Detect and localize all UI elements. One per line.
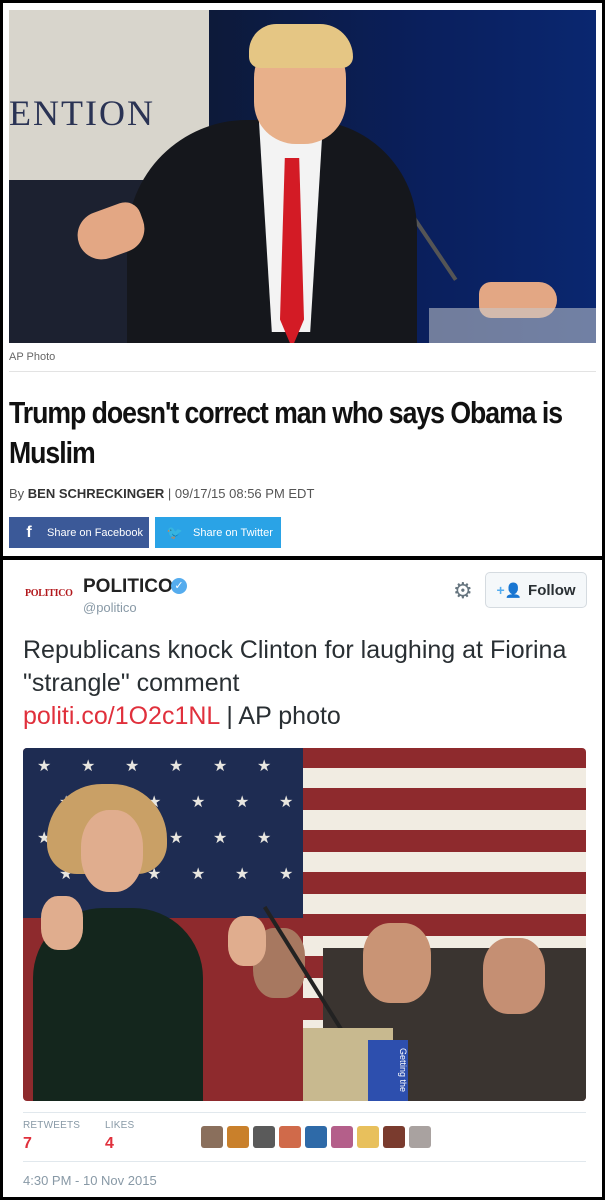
article-panel: ENTION AP Photo Trump doesn't correct ma… [3,3,602,556]
flag-star: ★ [235,794,250,811]
avatar[interactable] [227,1126,249,1148]
flag-star: ★ [257,830,272,847]
avatar[interactable] [305,1126,327,1148]
flag-star: ★ [169,758,184,775]
divider [23,1161,586,1162]
tweet-text: Republicans knock Clinton for laughing a… [23,636,567,730]
flag-stripe [303,894,586,914]
avatar[interactable] [201,1126,223,1148]
account-name[interactable]: POLITICO [83,576,173,598]
flag-stripe [303,768,586,788]
author-link[interactable]: BEN SCHRECKINGER [28,486,165,501]
flag-star: ★ [213,758,228,775]
tweet-photo[interactable]: ★★★★★★★★★★★★★★★★★★★★★★★★ Getting the [23,748,586,1101]
retweets-label: RETWEETS [23,1120,81,1131]
tweet-timestamp[interactable]: 4:30 PM - 10 Nov 2015 [23,1173,157,1188]
avatar[interactable] [253,1126,275,1148]
avatar[interactable] [357,1126,379,1148]
divider [9,371,596,372]
account-handle[interactable]: @politico [83,600,137,615]
flag-stripe [303,810,586,830]
tweet-link[interactable]: politi.co/1O2c1NL [23,702,219,730]
add-user-icon: +👤 [496,581,523,598]
share-twitter-button[interactable]: 🐦 Share on Twitter [155,517,281,548]
flag-star: ★ [37,758,52,775]
banner-text: ENTION [9,93,155,133]
avatar[interactable] [409,1126,431,1148]
retweets-count[interactable]: 7 [23,1135,32,1153]
flag-star: ★ [213,830,228,847]
flag-star: ★ [257,758,272,775]
share-facebook-button[interactable]: f Share on Facebook [9,517,149,548]
likes-count[interactable]: 4 [105,1135,114,1153]
facebook-icon: f [26,523,32,541]
article-headline[interactable]: Trump doesn't correct man who says Obama… [9,393,602,473]
verified-badge-icon: ✓ [171,578,187,594]
follow-button[interactable]: +👤 Follow [485,572,587,608]
twitter-icon: 🐦 [166,524,184,540]
flag-star: ★ [191,866,206,883]
tweet-panel: POLITICO POLITICO ✓ @politico ⚙ +👤 Follo… [3,560,602,1197]
divider [23,1112,586,1113]
politico-logo[interactable]: POLITICO [25,588,73,599]
avatar[interactable] [383,1126,405,1148]
podium-sign: Getting the [368,1040,408,1101]
flag-star: ★ [125,758,140,775]
article-hero-photo: ENTION [9,10,596,343]
liker-avatars [201,1126,431,1148]
flag-star: ★ [279,794,294,811]
flag-star: ★ [169,830,184,847]
flag-stripe [303,852,586,872]
gear-icon[interactable]: ⚙ [453,578,473,604]
byline: By BEN SCHRECKINGER | 09/17/15 08:56 PM … [9,486,315,501]
avatar[interactable] [331,1126,353,1148]
flag-star: ★ [191,794,206,811]
flag-star: ★ [279,866,294,883]
publish-date: | 09/17/15 08:56 PM EDT [164,486,315,501]
likes-label: LIKES [105,1120,135,1131]
flag-star: ★ [81,758,96,775]
photo-credit: AP Photo [9,351,56,363]
flag-star: ★ [235,866,250,883]
avatar[interactable] [279,1126,301,1148]
